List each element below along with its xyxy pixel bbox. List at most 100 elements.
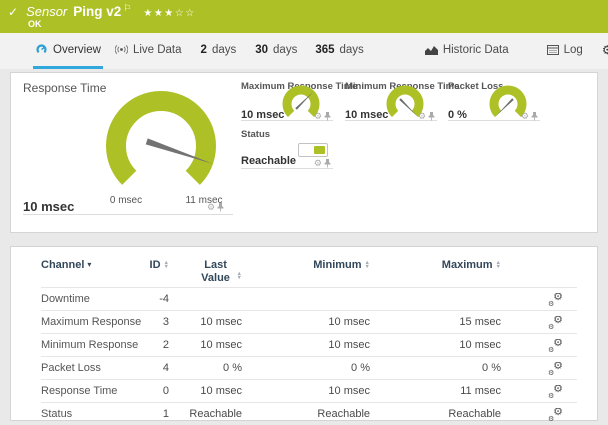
sort-icon: ▲ ▼	[236, 271, 242, 281]
column-header-actions	[501, 247, 577, 259]
table-row[interactable]: Maximum Response Ti... 3 10 msec 10 msec…	[41, 310, 577, 333]
channel-last-value: Reachable	[189, 408, 242, 420]
channel-name[interactable]: Maximum Response Ti...	[41, 316, 141, 328]
table-row[interactable]: Minimum Response Time 2 10 msec 10 msec …	[41, 333, 577, 356]
channel-maximum: 15 msec	[459, 316, 501, 328]
tab-live-data[interactable]: Live Data	[113, 33, 184, 69]
gauge-actions: ⚙	[207, 202, 224, 213]
status-toggle-knob	[314, 146, 325, 154]
column-header-channel-label: Channel	[41, 259, 85, 271]
channel-id: 2	[162, 339, 169, 351]
pin-icon[interactable]	[428, 112, 435, 121]
broadcast-icon	[114, 44, 128, 55]
column-header-maximum-label: Maximum	[441, 259, 493, 271]
response-time-gauge	[106, 90, 216, 185]
gauge-scale-min: 0 msec	[109, 195, 143, 206]
channel-last-value: 10 msec	[200, 339, 242, 351]
tab-bar: Overview Live Data 2 days 30 days 365 da…	[0, 33, 608, 69]
gear-icon[interactable]: ⚙	[418, 111, 426, 122]
channel-last-value: 10 msec	[200, 316, 242, 328]
gear-icon[interactable]: ⚙	[521, 111, 529, 122]
channel-minimum: 10 msec	[328, 339, 370, 351]
divider	[23, 214, 233, 215]
priority-stars[interactable]: ★★★☆☆	[143, 8, 195, 19]
tab-live-data-label: Live Data	[132, 43, 182, 56]
tab-overview[interactable]: Overview	[33, 33, 103, 69]
column-header-channel[interactable]: Channel ▾	[41, 247, 141, 271]
status-toggle-indicator	[298, 143, 328, 157]
channel-name[interactable]: Packet Loss	[41, 362, 141, 374]
gear-icon[interactable]: ⚙	[314, 111, 322, 122]
column-header-minimum[interactable]: Minimum ▲ ▼	[242, 247, 370, 271]
sensor-overview-page: ✓ Sensor Ping v2 ⚐ ★★★☆☆ OK Overview Liv…	[0, 0, 608, 421]
table-row[interactable]: Downtime -4 ⚙ ⚙	[41, 287, 577, 310]
chevron-down-icon: ▾	[87, 260, 92, 269]
pin-icon[interactable]	[531, 112, 538, 121]
tab-log-label: Log	[563, 43, 583, 56]
tab-30-days-label: days	[273, 43, 298, 56]
tab-365-days[interactable]: 365 days	[313, 33, 365, 69]
table-row[interactable]: Response Time 0 10 msec 10 msec 11 msec …	[41, 379, 577, 402]
flag-icon: ⚐	[123, 3, 132, 13]
tab-2-days-number: 2	[200, 43, 207, 56]
object-kind-label: Sensor	[26, 4, 68, 19]
channel-last-value: 0 %	[223, 362, 242, 374]
channel-settings-icon[interactable]: ⚙ ⚙	[548, 362, 563, 375]
tab-2-days[interactable]: 2 days	[199, 33, 239, 69]
sensor-status-text: OK	[28, 19, 42, 29]
column-header-last-value[interactable]: Last Value ▲ ▼	[169, 247, 242, 284]
channel-maximum: 0 %	[482, 362, 501, 374]
gear-icon[interactable]: ⚙	[207, 202, 215, 213]
response-time-value: 10 msec	[23, 199, 75, 214]
pin-icon[interactable]	[217, 203, 224, 212]
pin-icon[interactable]	[324, 159, 331, 168]
channel-maximum: Reachable	[448, 408, 501, 420]
channel-id: -4	[159, 293, 169, 305]
gear-icon: ⚙	[601, 42, 608, 57]
channel-id: 3	[162, 316, 169, 328]
channel-settings-icon[interactable]: ⚙ ⚙	[548, 385, 563, 398]
channel-name[interactable]: Minimum Response Time	[41, 339, 141, 351]
mini-gauge-min-response: Minimum Response Time 10 msec ⚙	[345, 73, 459, 232]
channel-name[interactable]: Status	[41, 408, 141, 420]
channel-minimum: 10 msec	[328, 316, 370, 328]
channel-maximum: 11 msec	[460, 385, 501, 397]
status-panel-title: Status	[241, 129, 271, 140]
gauges-panel: Response Time 0 msec 11 msec 10 msec ⚙ M…	[10, 72, 598, 233]
channel-settings-icon[interactable]: ⚙ ⚙	[548, 339, 563, 352]
tab-settings[interactable]: ⚙ Settings	[600, 33, 608, 69]
gauge-actions: ⚙	[314, 111, 331, 122]
tab-30-days[interactable]: 30 days	[253, 33, 299, 69]
channel-settings-icon[interactable]: ⚙ ⚙	[548, 316, 563, 329]
channel-name[interactable]: Downtime	[41, 293, 141, 305]
channel-settings-icon[interactable]: ⚙ ⚙	[548, 408, 563, 421]
main-gauge-title: Response Time	[23, 81, 107, 95]
pin-icon[interactable]	[324, 112, 331, 121]
status-value: Reachable	[241, 155, 297, 167]
tab-historic-data[interactable]: Historic Data	[423, 33, 511, 69]
channel-settings-icon[interactable]: ⚙ ⚙	[548, 293, 563, 306]
mini-gauge-packet-loss: Packet Loss 0 % ⚙	[448, 73, 540, 232]
gauge-actions: ⚙	[521, 111, 538, 122]
log-icon	[546, 44, 559, 55]
channel-id: 0	[162, 385, 169, 397]
column-header-id[interactable]: ID ▲ ▼	[141, 247, 169, 271]
gauge-icon	[36, 44, 47, 54]
column-header-id-label: ID	[149, 259, 161, 271]
channel-id: 1	[162, 408, 169, 420]
table-row[interactable]: Status 1 Reachable Reachable Reachable ⚙…	[41, 402, 577, 425]
gauge-actions: ⚙	[314, 158, 331, 169]
channels-table: Channel ▾ ID ▲ ▼ Last Value ▲ ▼ Minimum ▲ ▼…	[11, 247, 597, 425]
tab-30-days-number: 30	[255, 43, 269, 56]
table-row[interactable]: Packet Loss 4 0 % 0 % 0 % ⚙ ⚙	[41, 356, 577, 379]
channel-name[interactable]: Response Time	[41, 385, 141, 397]
table-header-row: Channel ▾ ID ▲ ▼ Last Value ▲ ▼ Minimum ▲ ▼…	[41, 247, 577, 287]
ok-check-icon: ✓	[8, 5, 19, 19]
tab-overview-label: Overview	[53, 43, 101, 56]
column-header-maximum[interactable]: Maximum ▲ ▼	[370, 247, 501, 271]
gear-icon[interactable]: ⚙	[314, 158, 322, 169]
channel-id: 4	[162, 362, 169, 374]
tab-log[interactable]: Log	[545, 33, 585, 69]
sensor-name: Ping v2	[73, 4, 122, 19]
column-header-minimum-label: Minimum	[313, 259, 362, 271]
